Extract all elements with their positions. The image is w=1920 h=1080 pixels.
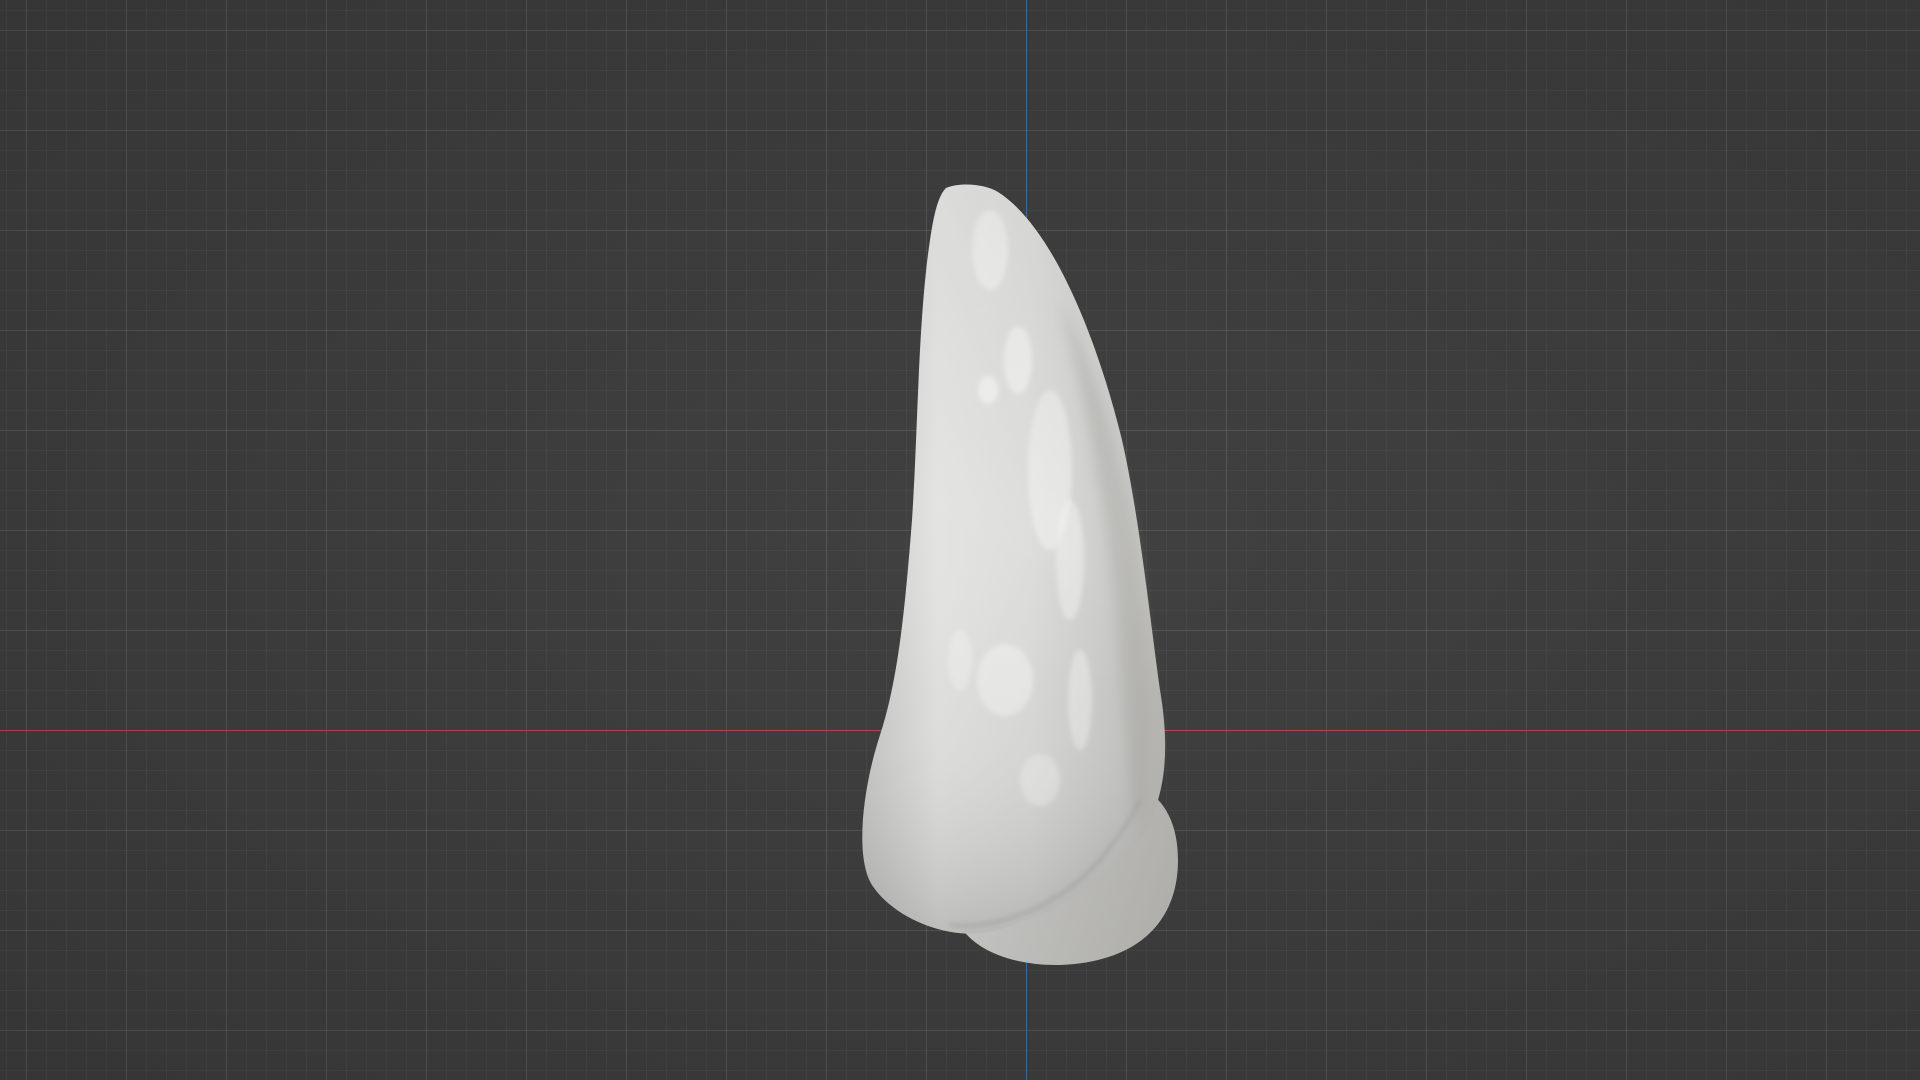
tooth-mesh-object[interactable] (0, 0, 1920, 1080)
3d-viewport[interactable] (0, 0, 1920, 1080)
